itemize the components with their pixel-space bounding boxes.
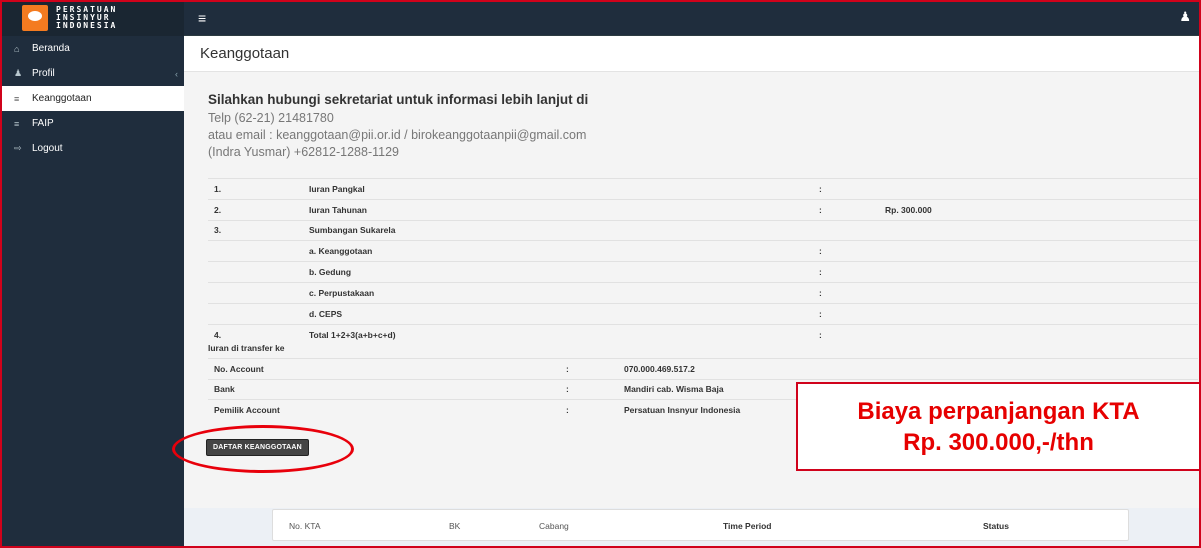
fee-no — [208, 302, 303, 325]
contact-title: Silahkan hubungi sekretariat untuk infor… — [208, 92, 589, 107]
pii-logo-icon — [22, 5, 48, 31]
account-label: No. Account — [208, 358, 560, 379]
sidebar-item-keanggotaan[interactable]: ≡ Keanggotaan — [0, 86, 184, 111]
account-sep: : — [560, 378, 618, 400]
fee-no: 2. — [208, 198, 303, 221]
fee-value — [879, 302, 1198, 325]
sidebar-item-faip[interactable]: ≡ FAIP — [0, 111, 184, 136]
fee-label: a. Keanggotaan — [303, 240, 813, 262]
brand-line-3: INDONESIA — [56, 21, 118, 30]
main-content: Keanggotaan Silahkan hubungi sekretariat… — [184, 36, 1201, 548]
home-icon: ⌂ — [14, 43, 20, 54]
fee-value — [879, 178, 1198, 200]
list-icon: ≡ — [14, 93, 20, 104]
fee-sep: : — [813, 240, 879, 262]
account-sep: : — [560, 358, 618, 379]
table-row: d. CEPS : — [208, 302, 1198, 325]
table-row: No. Account : 070.000.469.517.2 — [208, 358, 1198, 379]
fee-callout: Biaya perpanjangan KTA Rp. 300.000,-/thn — [796, 382, 1201, 471]
contact-person: (Indra Yusmar) +62812-1288-1129 — [208, 145, 399, 159]
sidebar-item-label: Beranda — [32, 43, 70, 54]
table-row: 2. Iuran Tahunan : Rp. 300.000 — [208, 198, 1198, 221]
user-icon[interactable]: ♟ — [1179, 10, 1191, 24]
transfer-title: Iuran di transfer ke — [208, 343, 285, 353]
fee-value — [879, 219, 1198, 241]
fee-label: c. Perpustakaan — [303, 281, 813, 304]
chevron-left-icon: ‹ — [175, 68, 178, 79]
table-row: c. Perpustakaan : — [208, 281, 1198, 304]
table-row: a. Keanggotaan : — [208, 240, 1198, 262]
page-title: Keanggotaan — [184, 36, 1201, 72]
fee-no — [208, 281, 303, 304]
sidebar-item-label: Logout — [32, 143, 63, 154]
kta-header-bk: BK — [449, 521, 461, 531]
fee-label: b. Gedung — [303, 261, 813, 283]
fee-value — [879, 281, 1198, 304]
list-icon: ≡ — [14, 118, 20, 129]
fee-label: Total 1+2+3(a+b+c+d) — [303, 323, 813, 345]
fee-label: d. CEPS — [303, 302, 813, 325]
table-row: 1. Iuran Pangkal : — [208, 178, 1198, 200]
fee-sep: : — [813, 281, 879, 304]
fee-no: 1. — [208, 178, 303, 200]
kta-header-cabang: Cabang — [539, 521, 569, 531]
callout-line-1: Biaya perpanjangan KTA — [857, 397, 1140, 425]
fee-table: 1. Iuran Pangkal : 2. Iuran Tahunan : Rp… — [208, 178, 1198, 345]
fee-sep: : — [813, 261, 879, 283]
fee-no: 3. — [208, 219, 303, 241]
sidebar-item-label: FAIP — [32, 118, 54, 129]
fee-value — [879, 323, 1198, 345]
table-row: 3. Sumbangan Sukarela — [208, 219, 1198, 241]
fee-sep: : — [813, 323, 879, 345]
callout-line-2: Rp. 300.000,-/thn — [903, 428, 1094, 456]
user-icon: ♟ — [14, 68, 23, 78]
top-navbar: PERSATUAN INSINYUR INDONESIA ≡ ♟ — [0, 0, 1201, 36]
sidebar-item-beranda[interactable]: ⌂ Beranda — [0, 36, 184, 61]
account-label: Pemilik Account — [208, 399, 560, 420]
fee-value — [879, 240, 1198, 262]
kta-header-no: No. KTA — [289, 521, 321, 531]
fee-sep: : — [813, 302, 879, 325]
account-sep: : — [560, 399, 618, 420]
fee-label: Sumbangan Sukarela — [303, 219, 813, 241]
fee-label: Iuran Tahunan — [303, 198, 813, 221]
contact-email: atau email : keanggotaan@pii.or.id / bir… — [208, 128, 587, 142]
fee-no — [208, 240, 303, 262]
fee-sep: : — [813, 198, 879, 221]
daftar-keanggotaan-button[interactable]: DAFTAR KEANGGOTAAN — [206, 439, 309, 456]
kta-header-status: Status — [983, 521, 1009, 531]
fee-sep — [813, 219, 879, 241]
contact-phone: Telp (62-21) 21481780 — [208, 111, 334, 125]
fee-no: 4. — [208, 323, 303, 345]
kta-table: No. KTA BK Cabang Time Period Status — [272, 509, 1129, 541]
fee-value — [879, 261, 1198, 283]
brand-name: PERSATUAN INSINYUR INDONESIA — [56, 6, 117, 30]
table-row: 4. Total 1+2+3(a+b+c+d) : — [208, 323, 1198, 345]
sidebar-item-label: Profil — [32, 68, 55, 79]
logout-icon: ⇨ — [14, 143, 22, 153]
fee-no — [208, 261, 303, 283]
brand-logo[interactable]: PERSATUAN INSINYUR INDONESIA — [0, 0, 184, 36]
account-value: 070.000.469.517.2 — [618, 358, 1198, 379]
account-label: Bank — [208, 378, 560, 400]
fee-sep: : — [813, 178, 879, 200]
sidebar-item-profil[interactable]: ♟ Profil ‹ — [0, 61, 184, 86]
hamburger-icon[interactable]: ≡ — [198, 11, 212, 25]
contact-info: Silahkan hubungi sekretariat untuk infor… — [208, 92, 588, 161]
fee-value: Rp. 300.000 — [879, 198, 1198, 221]
sidebar: ⌂ Beranda ♟ Profil ‹ ≡ Keanggotaan ≡ FAI… — [0, 36, 184, 548]
table-row: b. Gedung : — [208, 261, 1198, 283]
sidebar-item-label: Keanggotaan — [32, 93, 92, 104]
fee-label: Iuran Pangkal — [303, 178, 813, 200]
sidebar-item-logout[interactable]: ⇨ Logout — [0, 136, 184, 161]
kta-header-time-period: Time Period — [723, 521, 772, 531]
